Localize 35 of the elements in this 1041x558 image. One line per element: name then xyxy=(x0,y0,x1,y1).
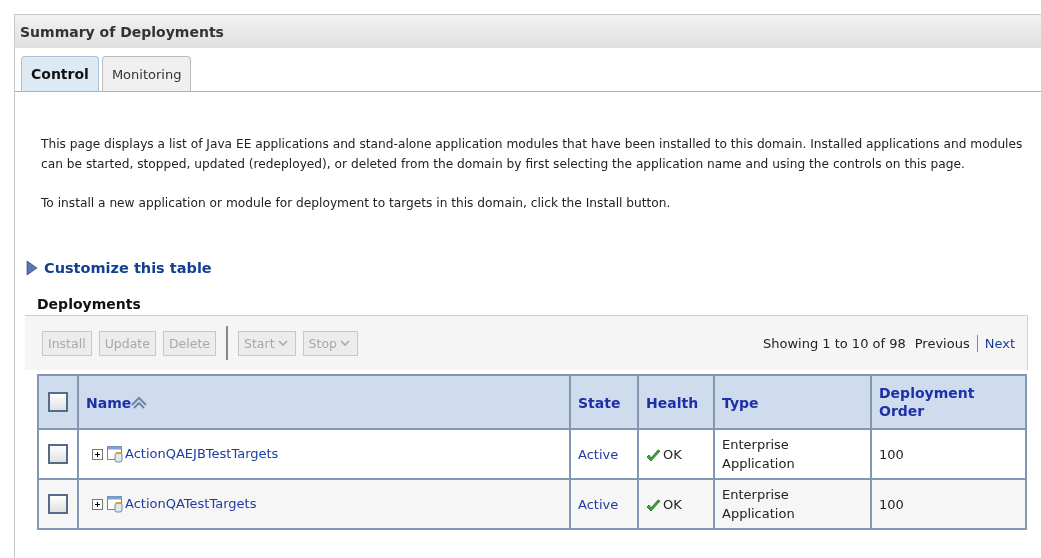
table-title: Deployments xyxy=(36,296,142,314)
checkbox[interactable] xyxy=(48,392,68,412)
description-text: To install a new application or module for deployment to targets in this domain, click the Install button. xyxy=(41,195,672,212)
application-icon xyxy=(107,445,123,463)
column-header[interactable]: State xyxy=(578,394,621,411)
customize-link[interactable]: Customize this table xyxy=(44,260,212,276)
deployment-link[interactable]: ActionQATestTargets xyxy=(125,495,257,511)
state-link[interactable]: Active xyxy=(578,496,619,512)
column-header[interactable]: Name xyxy=(86,394,132,411)
checkmark-icon xyxy=(646,448,661,462)
table-cell: 100 xyxy=(879,446,904,462)
pagination-summary: Showing 1 to 10 of 98 xyxy=(762,335,906,351)
health-status: OK xyxy=(663,496,682,512)
checkbox[interactable] xyxy=(48,444,68,464)
expand-icon[interactable] xyxy=(92,448,103,460)
table-cell: 100 xyxy=(879,496,904,512)
tab[interactable]: Monitoring xyxy=(101,56,192,91)
previous-link[interactable]: Previous xyxy=(914,335,970,351)
expand-icon[interactable] xyxy=(92,498,103,510)
column-header[interactable]: Type xyxy=(722,394,759,411)
checkmark-icon xyxy=(646,498,661,512)
application-icon xyxy=(107,495,123,513)
next-link[interactable]: Next xyxy=(984,335,1015,351)
checkbox[interactable] xyxy=(48,494,68,514)
table-cell-text: Enterprise Application xyxy=(722,486,796,523)
tab[interactable]: Control xyxy=(21,56,99,91)
panel-title: Summary of Deployments xyxy=(20,23,224,40)
chevron-down-icon xyxy=(339,339,350,347)
state-link[interactable]: Active xyxy=(578,446,619,462)
health-status: OK xyxy=(663,446,682,462)
deployment-link[interactable]: ActionQAEJBTestTargets xyxy=(125,445,279,461)
sort-ascending-icon xyxy=(131,396,148,409)
chevron-down-icon xyxy=(277,339,288,347)
description-text: This page displays a list of Java EE applications and stand-alone application modules that have been installed to this domain. Installed applications and modules can be started, stopped, updated (redeployed), or deleted from the domain by first selecting the application name and using the controls on this page. xyxy=(41,136,1024,173)
table-cell-text: Enterprise Application xyxy=(722,436,796,473)
